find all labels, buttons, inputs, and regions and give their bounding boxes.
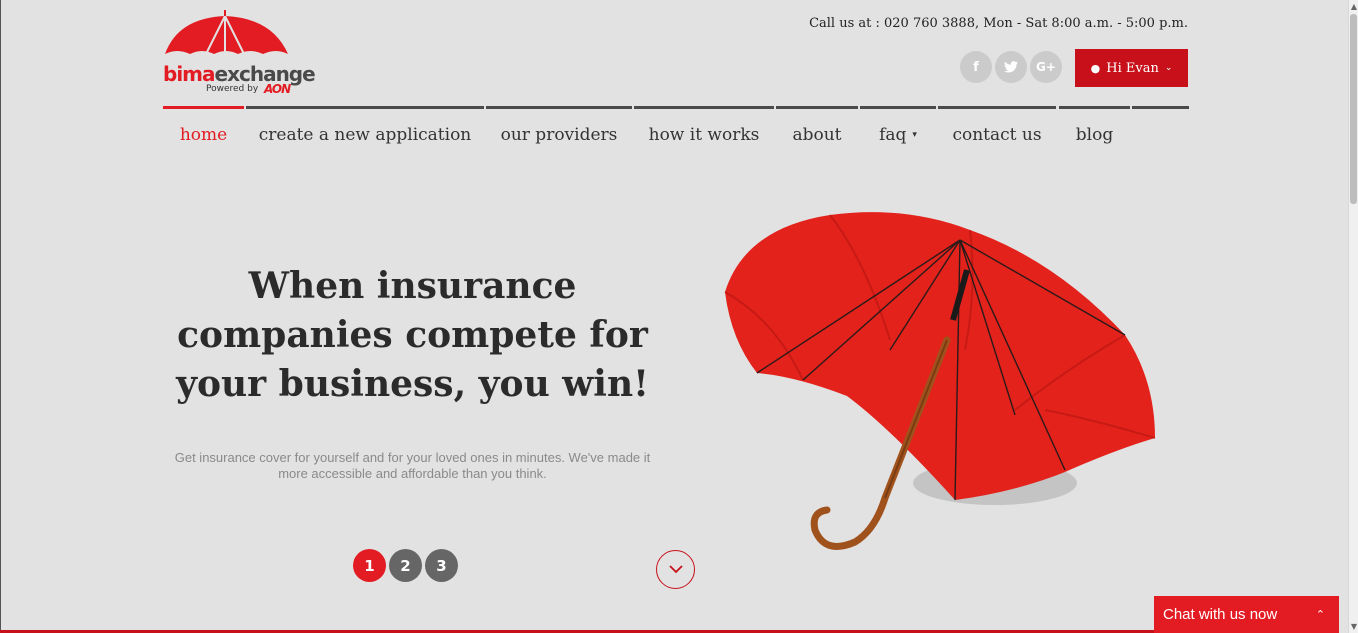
nav-item-contact-us[interactable]: contact us [938, 106, 1056, 156]
nav-item-label: blog [1075, 124, 1114, 145]
vertical-scrollbar[interactable]: ▲ ▼ [1348, 0, 1358, 633]
red-umbrella-image [724, 212, 1156, 550]
nav-spacer [1132, 106, 1189, 156]
hero-title-line: your business, you win! [176, 363, 649, 405]
chevron-down-icon: ⌄ [1164, 63, 1173, 73]
chevron-up-icon: ⌃ [1315, 608, 1325, 621]
nav-item-home[interactable]: home [163, 106, 244, 156]
google-plus-icon[interactable]: G+ [1030, 51, 1062, 83]
aon-logo: AON [264, 82, 291, 96]
contact-phone-line: Call us at : 020 760 3888, Mon - Sat 8:0… [809, 16, 1188, 31]
scroll-up-arrow-icon[interactable]: ▲ [1351, 2, 1357, 11]
nav-item-our-providers[interactable]: our providers [486, 106, 632, 156]
powered-by-label: Powered by [206, 84, 259, 94]
hero-title-line: When insurance [248, 265, 577, 307]
nav-item-blog[interactable]: blog [1059, 106, 1130, 156]
main-nav: home create a new application our provid… [163, 106, 1189, 156]
nav-item-faq[interactable]: faq ▾ [860, 106, 936, 156]
slide-dot-3[interactable]: 3 [425, 549, 458, 582]
hero-subtitle: Get insurance cover for yourself and for… [170, 450, 655, 482]
hero-subtitle-line: Get insurance cover for yourself and for… [174, 450, 651, 465]
twitter-icon[interactable] [995, 51, 1027, 83]
nav-item-label: how it works [648, 124, 760, 145]
umbrella-logo-icon [165, 10, 288, 55]
nav-item-create-application[interactable]: create a new application [246, 106, 484, 156]
chevron-down-icon [668, 565, 683, 574]
hero-title-line: companies compete for [177, 314, 648, 356]
scrollbar-thumb[interactable] [1350, 14, 1357, 204]
site-logo[interactable]: bimaexchange Powered by AON [160, 8, 316, 100]
nav-item-label: create a new application [258, 124, 472, 145]
chat-label: Chat with us now [1163, 606, 1278, 623]
nav-item-label: faq [879, 124, 907, 145]
slide-dot-2[interactable]: 2 [389, 549, 422, 582]
twitter-bird-icon [1004, 61, 1018, 73]
user-menu-button[interactable]: ● Hi Evan ⌄ [1075, 49, 1188, 87]
chat-widget-button[interactable]: Chat with us now ⌃ [1154, 596, 1339, 633]
nav-item-label: home [179, 124, 228, 145]
slide-dot-1[interactable]: 1 [353, 549, 386, 582]
person-icon: ● [1090, 61, 1101, 75]
nav-item-label: our providers [500, 124, 618, 145]
user-menu-label: Hi Evan [1106, 60, 1159, 76]
scroll-down-arrow-icon[interactable]: ▼ [1351, 622, 1357, 631]
scroll-down-button[interactable] [656, 550, 695, 589]
nav-item-how-it-works[interactable]: how it works [634, 106, 774, 156]
hero-title: When insurance companies compete for you… [170, 262, 655, 409]
facebook-icon[interactable]: f [960, 51, 992, 83]
nav-item-about[interactable]: about [776, 106, 858, 156]
nav-item-label: contact us [952, 124, 1042, 145]
logo-wordmark: bimaexchange [163, 62, 316, 86]
caret-down-icon: ▾ [912, 129, 917, 140]
hero-subtitle-line: more accessible and affordable than you … [278, 466, 547, 481]
nav-item-label: about [792, 124, 842, 145]
